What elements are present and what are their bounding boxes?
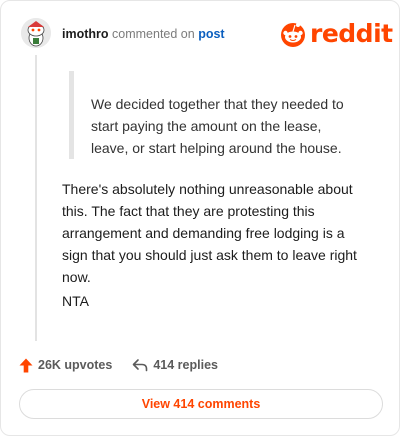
view-comments-button[interactable]: View 414 comments [19, 389, 383, 419]
avatar[interactable] [21, 18, 51, 48]
comment-body: There's absolutely nothing unreasonable … [62, 178, 382, 288]
commented-on-label: commented on [112, 27, 195, 41]
reddit-wordmark: reddit [310, 19, 393, 48]
quote-line: start paying the amount on the lease, [91, 118, 322, 134]
comment-line: this. The fact that they are protesting … [62, 203, 315, 219]
comment-line: There's absolutely nothing unreasonable … [62, 181, 353, 197]
reddit-snoo-icon [281, 23, 305, 47]
upvote-button[interactable]: 26K upvotes [19, 358, 112, 373]
quote-line: leave, or start helping around the house… [91, 140, 342, 156]
quote-line: We decided together that they needed to [91, 96, 344, 112]
thread-line[interactable] [35, 55, 37, 341]
verdict-text: NTA [62, 293, 89, 309]
comment-line: now. [62, 269, 91, 285]
upvote-arrow-icon [19, 358, 33, 372]
comment-line: sign that you should just ask them to le… [62, 247, 357, 263]
comment-header: imothro commented on post [62, 27, 225, 41]
quote-bar [69, 71, 74, 159]
username-link[interactable]: imothro [62, 27, 109, 41]
reddit-logo[interactable]: reddit [279, 19, 393, 49]
comment-card: imothro commented on post reddit We deci… [0, 0, 400, 436]
quoted-text: We decided together that they needed to … [91, 93, 381, 159]
reply-count: 414 replies [153, 358, 218, 372]
comment-line: arrangement and demanding free lodging i… [62, 225, 345, 241]
replies-button[interactable]: 414 replies [132, 358, 218, 372]
upvote-count: 26K upvotes [38, 358, 113, 372]
post-link[interactable]: post [198, 27, 224, 41]
snoo-avatar-icon [21, 18, 51, 48]
reply-arrow-icon [133, 359, 148, 372]
comment-stats: 26K upvotes 414 replies [19, 355, 218, 375]
